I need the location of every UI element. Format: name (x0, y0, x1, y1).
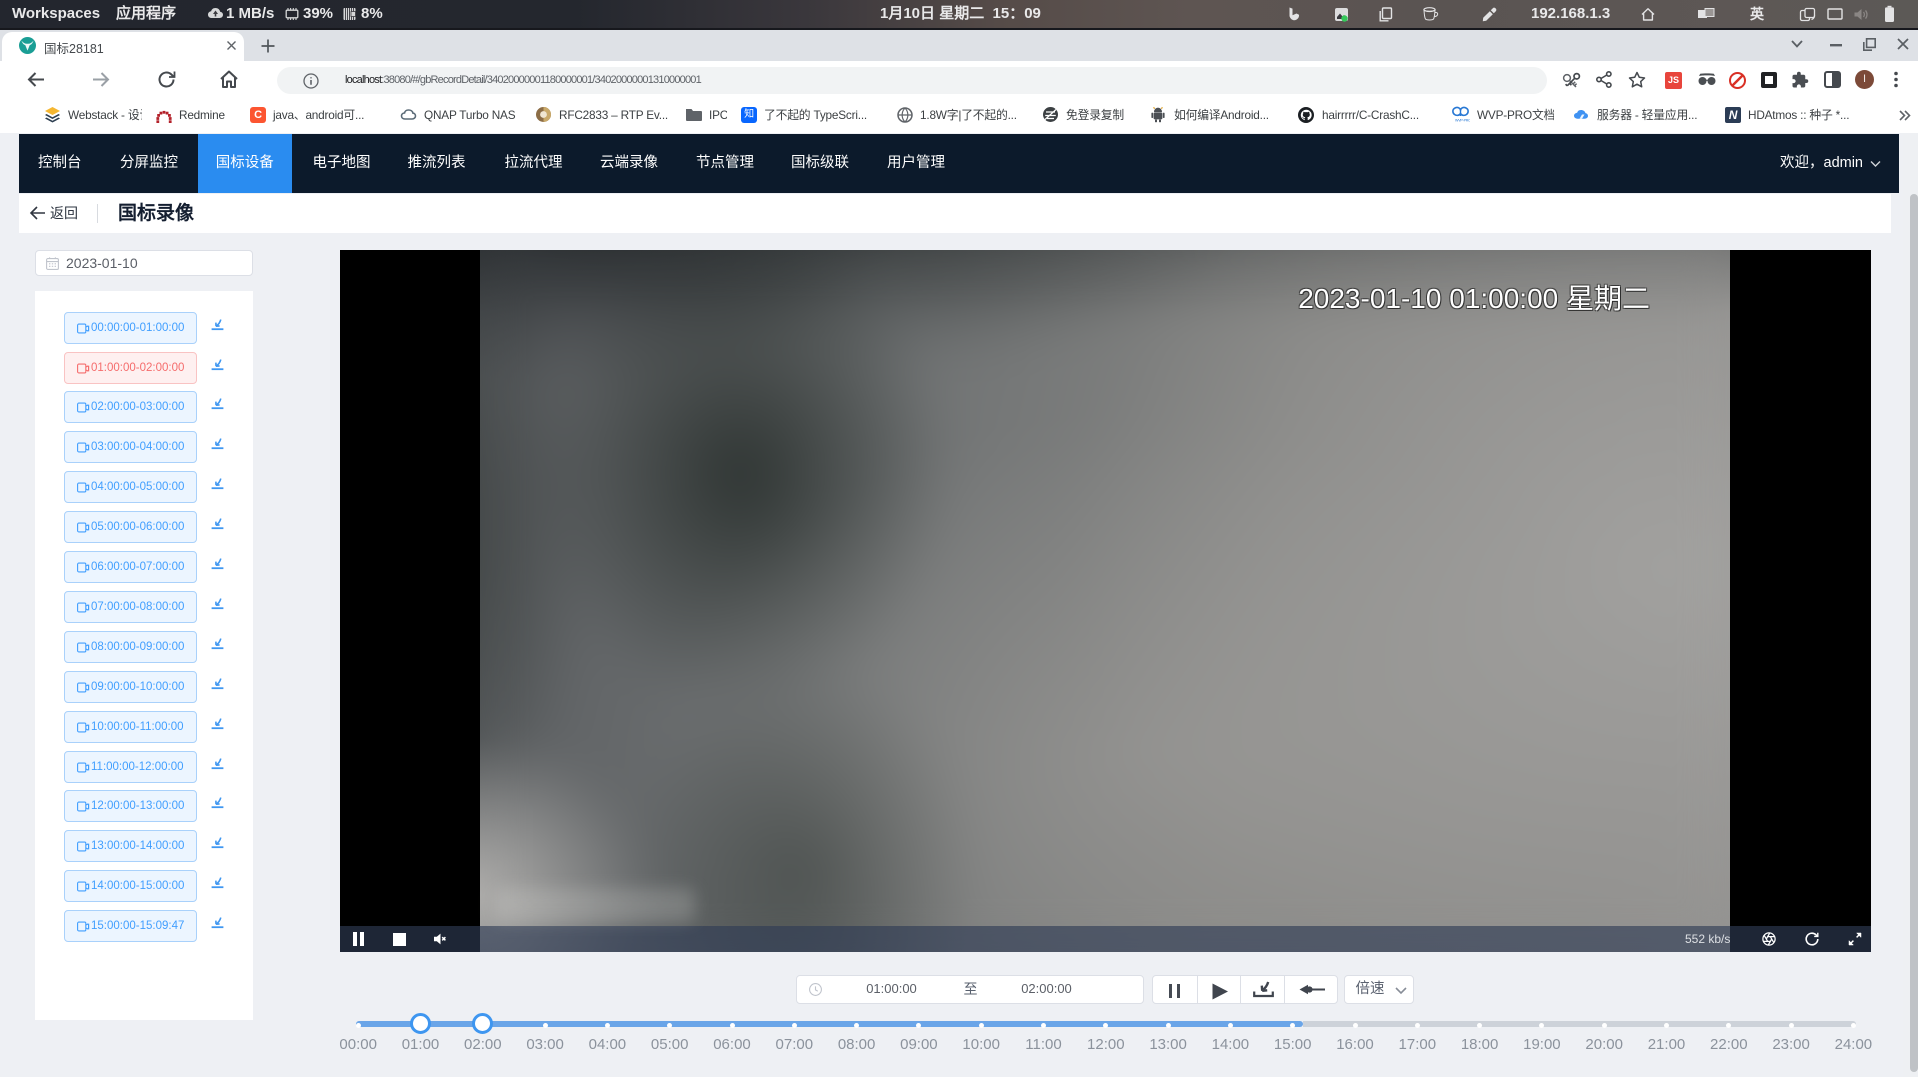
svg-text:WVP-PRO: WVP-PRO (1455, 119, 1470, 123)
